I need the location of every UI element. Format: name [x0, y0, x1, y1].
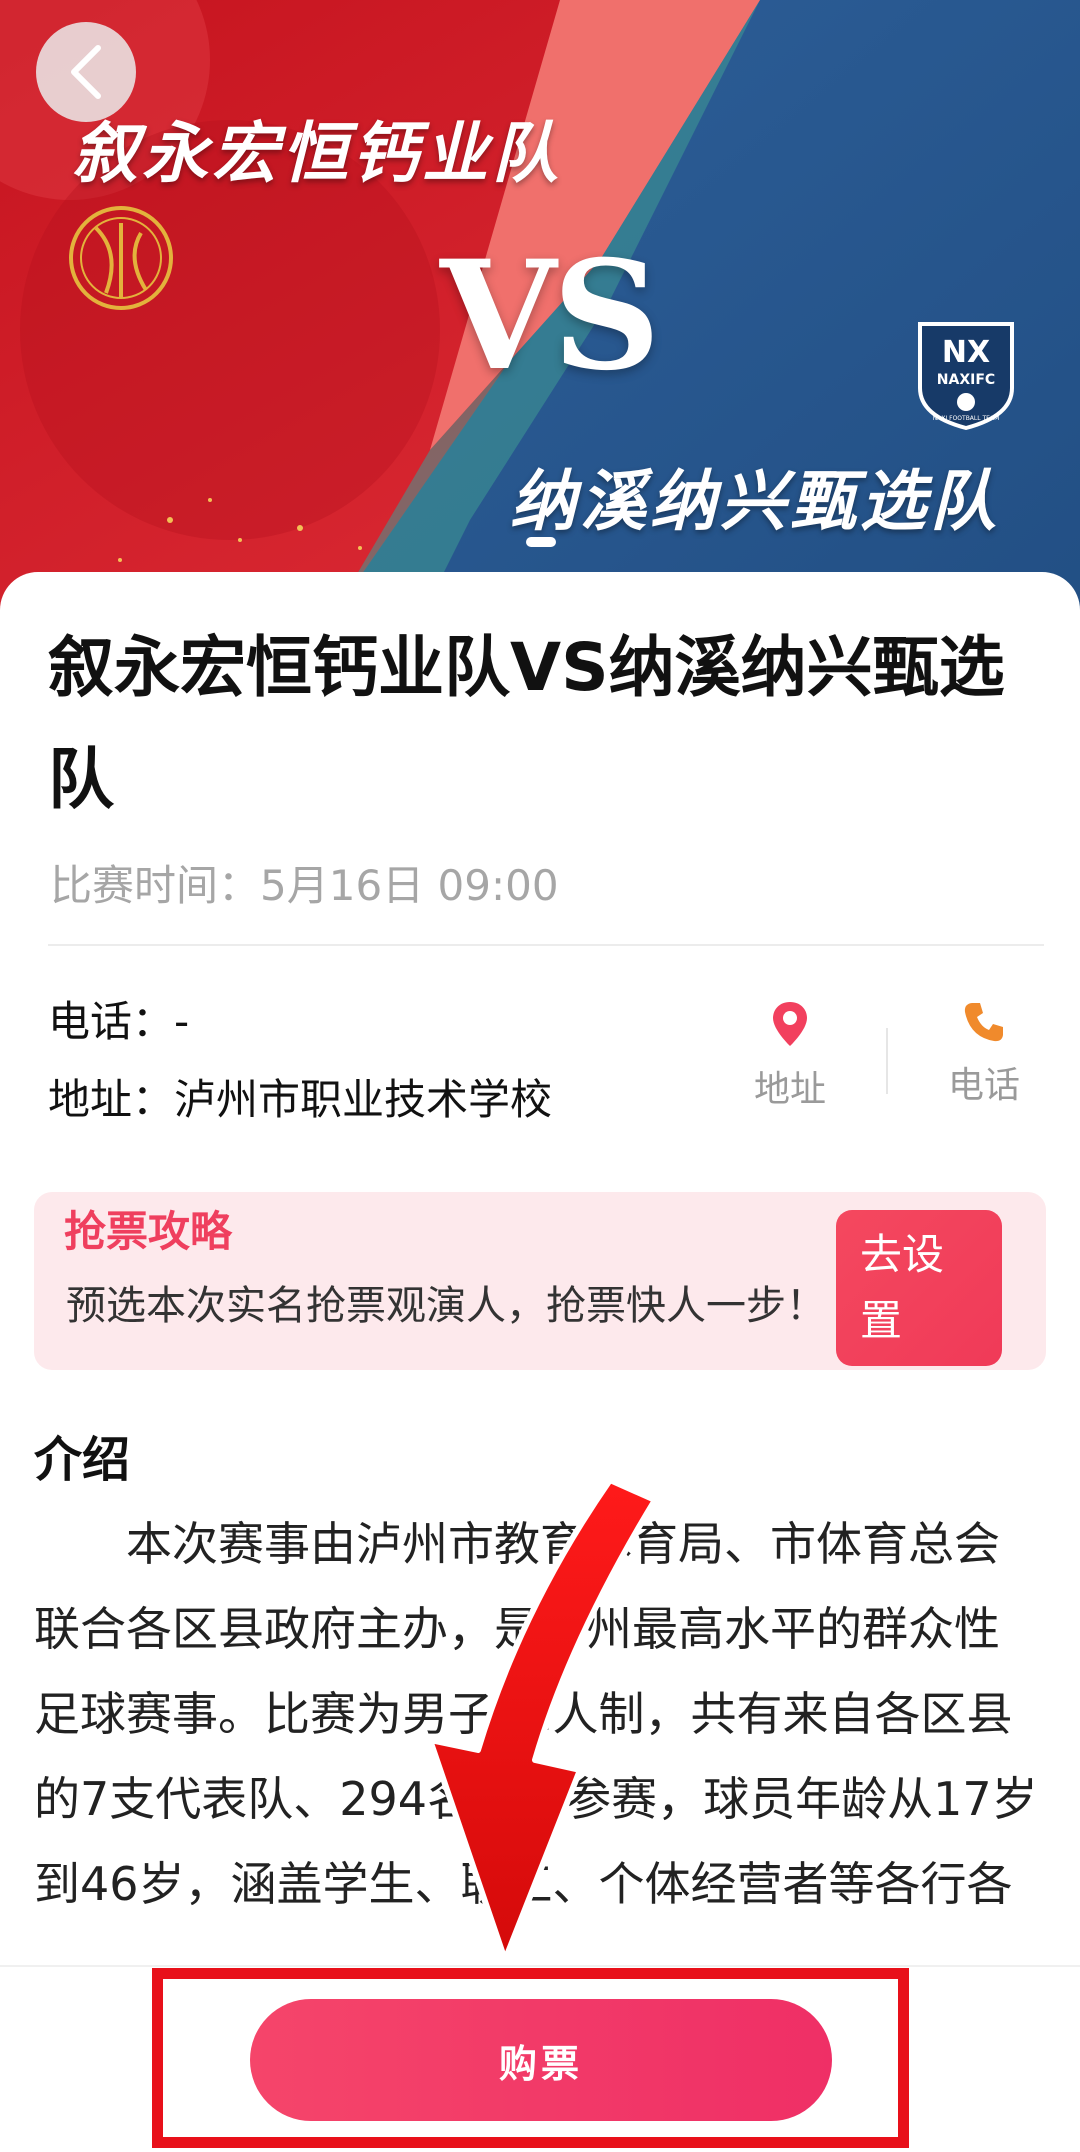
intro-title: 介绍	[34, 1432, 131, 1488]
go-settings-button[interactable]: 去设置	[836, 1210, 1002, 1366]
phone-info: 电话：-	[48, 988, 189, 1049]
address-action-label: 地址	[753, 1069, 826, 1110]
svg-text:NX: NX	[942, 335, 990, 370]
address-label: 地址：	[48, 1075, 175, 1124]
address-value: 泸州市职业技术学校	[174, 1075, 553, 1124]
tips-title: 抢票攻略	[64, 1207, 233, 1256]
chevron-left-icon	[71, 45, 101, 99]
match-time-label: 比赛时间：	[50, 861, 261, 910]
banner-team2-name: 纳溪纳兴甄选队	[510, 463, 1000, 540]
action-divider	[886, 1028, 888, 1094]
location-pin-icon	[773, 1002, 807, 1046]
banner-team1-name: 叙永宏恒钙业队	[72, 115, 562, 192]
ticket-tips-box: 抢票攻略 预选本次实名抢票观演人，抢票快人一步！ 去设置	[34, 1192, 1046, 1370]
phone-action-label: 电话	[947, 1065, 1020, 1106]
phone-action-button[interactable]: 电话	[934, 1000, 1034, 1108]
page-title: 叙永宏恒钙业队VS纳溪纳兴甄选队	[48, 629, 1005, 818]
svg-text:NAXIFC: NAXIFC	[937, 372, 995, 388]
match-time-value: 5月16日 09:00	[260, 861, 559, 910]
banner-vs-text: VS	[440, 228, 661, 404]
team1-logo	[69, 206, 173, 310]
address-action-button[interactable]: 地址	[740, 1000, 840, 1112]
phone-label: 电话：	[48, 997, 175, 1046]
svg-text:NAXI FOOTBALL TEAM: NAXI FOOTBALL TEAM	[933, 415, 1000, 422]
phone-icon	[964, 1003, 1003, 1042]
match-banner: 叙永宏恒钙业队 VS NX NAXIFC NAXI FOOTBALL TEAM …	[0, 0, 1080, 620]
tips-text: 预选本次实名抢票观演人，抢票快人一步！	[66, 1283, 826, 1329]
match-time: 比赛时间：5月16日 09:00	[50, 852, 559, 913]
address-info: 地址：泸州市职业技术学校	[48, 1066, 552, 1127]
phone-value: -	[174, 997, 190, 1046]
intro-text: 本次赛事由泸州市教育体育局、市体育总会联合各区县政府主办，是泸州最高水平的群众性…	[34, 1517, 1038, 1911]
team2-logo: NX NAXIFC NAXI FOOTBALL TEAM	[918, 322, 1014, 430]
annotation-highlight-box	[152, 1968, 909, 2148]
event-detail-card: 叙永宏恒钙业队VS纳溪纳兴甄选队 比赛时间：5月16日 09:00 电话：- 地…	[0, 572, 1080, 1972]
divider	[48, 944, 1044, 946]
carousel-indicator	[526, 537, 556, 547]
